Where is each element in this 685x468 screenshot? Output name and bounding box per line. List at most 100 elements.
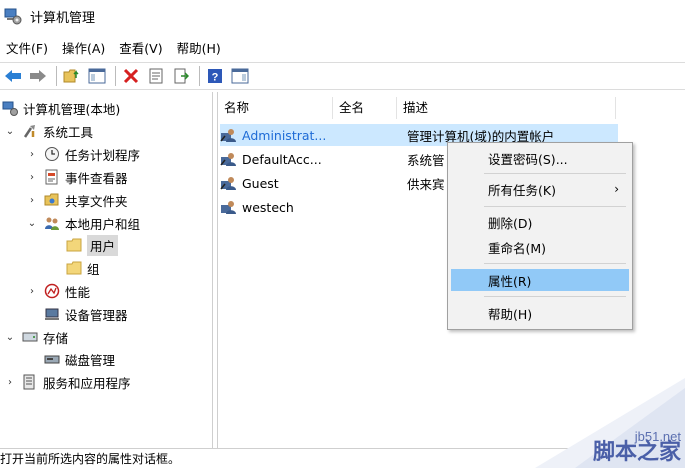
menu-item-help[interactable]: 帮助(H) — [451, 302, 629, 324]
tools-icon — [22, 123, 38, 139]
title-bar: 计算机管理 — [0, 0, 685, 32]
chevron-right-icon[interactable]: › — [4, 377, 16, 388]
menu-item-label: 所有任务(K) — [488, 182, 556, 198]
user-account-icon — [220, 151, 238, 167]
tree-label: 事件查看器 — [65, 170, 128, 186]
chevron-down-icon[interactable]: ⌄ — [26, 218, 38, 229]
menu-separator — [484, 173, 626, 174]
tree-item-groups[interactable]: 组 — [66, 257, 100, 279]
users-group-icon — [44, 215, 60, 231]
performance-icon — [44, 283, 60, 299]
user-account-icon — [220, 199, 238, 215]
user-name: Guest — [242, 175, 279, 191]
tree-label: 服务和应用程序 — [43, 375, 131, 391]
user-name: westech — [242, 199, 294, 215]
tree-item-services-apps[interactable]: › 服务和应用程序 — [4, 371, 131, 393]
tree-label: 本地用户和组 — [65, 216, 141, 232]
chevron-down-icon[interactable]: ⌄ — [4, 332, 16, 343]
menu-file[interactable]: 文件(F) — [6, 38, 48, 57]
menu-separator — [484, 206, 626, 207]
tree-label: 磁盘管理 — [65, 352, 116, 368]
menu-item-all-tasks[interactable]: 所有任务(K) › — [451, 178, 629, 200]
tree-item-users[interactable]: 用户 — [66, 234, 119, 256]
toolbar-separator — [199, 66, 200, 86]
svg-text:?: ? — [212, 72, 219, 84]
toolbar-separator — [115, 66, 116, 86]
user-description: 系统管 — [407, 152, 445, 168]
delete-x-icon[interactable] — [120, 65, 142, 87]
computer-management-icon — [4, 7, 22, 25]
tree-item-storage[interactable]: ⌄ 存储 — [4, 326, 68, 348]
chevron-right-icon[interactable]: › — [26, 195, 38, 206]
user-account-icon — [220, 175, 238, 191]
list-header: 名称 全名 描述 — [218, 97, 616, 119]
clock-icon — [44, 146, 60, 162]
menu-item-properties[interactable]: 属性(R) — [451, 269, 629, 291]
tree-item-local-users-groups[interactable]: ⌄ 本地用户和组 — [26, 212, 140, 234]
tree-item-device-manager[interactable]: 设备管理器 — [44, 303, 128, 325]
status-text: 打开当前所选内容的属性对话框。 — [0, 452, 181, 466]
folder-icon — [66, 237, 82, 253]
tree-item-root[interactable]: 计算机管理(本地) — [2, 97, 120, 119]
tree-item-shared-folders[interactable]: › 共享文件夹 — [26, 189, 128, 211]
tree-item-performance[interactable]: › 性能 — [26, 280, 90, 302]
event-log-icon — [44, 169, 60, 185]
tree-item-disk-management[interactable]: 磁盘管理 — [44, 348, 115, 370]
menu-view[interactable]: 查看(V) — [119, 38, 162, 57]
watermark-name: 脚本之家 — [592, 440, 681, 465]
user-account-icon — [220, 127, 238, 143]
device-manager-icon — [44, 306, 60, 322]
folder-icon — [66, 260, 82, 276]
toolbar: ? — [0, 62, 685, 90]
menu-item-set-password[interactable]: 设置密码(S)... — [451, 147, 629, 169]
storage-icon — [22, 329, 38, 345]
window-title: 计算机管理 — [30, 10, 96, 26]
help-icon[interactable]: ? — [204, 65, 226, 87]
context-menu: 设置密码(S)... 所有任务(K) › 删除(D) 重命名(M) 属性(R) … — [447, 142, 633, 330]
tree-label: 存储 — [43, 330, 69, 346]
column-header-fullname[interactable]: 全名 — [333, 97, 397, 119]
up-folder-icon[interactable] — [61, 65, 83, 87]
tree-label: 共享文件夹 — [65, 193, 128, 209]
tree-label: 设备管理器 — [65, 307, 128, 323]
tree-item-task-scheduler[interactable]: › 任务计划程序 — [26, 143, 140, 165]
menu-separator — [484, 296, 626, 297]
menu-help[interactable]: 帮助(H) — [177, 38, 221, 57]
user-description: 供来宾 — [407, 176, 445, 192]
disk-icon — [44, 351, 60, 367]
menu-item-rename[interactable]: 重命名(M) — [451, 236, 629, 258]
submenu-arrow-icon: › — [614, 182, 619, 196]
export-list-icon[interactable] — [170, 65, 192, 87]
tree-item-event-viewer[interactable]: › 事件查看器 — [26, 166, 128, 188]
watermark: jb51.net 脚本之家 — [535, 378, 685, 468]
menu-bar: 文件(F) 操作(A) 查看(V) 帮助(H) — [0, 36, 235, 58]
tree-label: 用户 — [87, 234, 119, 256]
forward-arrow-icon[interactable] — [27, 65, 49, 87]
chevron-right-icon[interactable]: › — [26, 286, 38, 297]
chevron-right-icon[interactable]: › — [26, 149, 38, 160]
menu-item-delete[interactable]: 删除(D) — [451, 211, 629, 233]
tree-label: 计算机管理(本地) — [23, 101, 121, 117]
console-tree: 计算机管理(本地) ⌄ 系统工具 › 任务计划程序 › 事件查看器 › 共享文件… — [0, 92, 213, 448]
chevron-right-icon[interactable]: › — [26, 172, 38, 183]
back-arrow-icon[interactable] — [2, 65, 24, 87]
services-icon — [22, 374, 38, 390]
user-name: Administrat... — [242, 127, 327, 143]
menu-separator — [484, 263, 626, 264]
tree-label: 系统工具 — [43, 124, 94, 140]
action-pane-icon[interactable] — [229, 65, 251, 87]
tree-label: 性能 — [65, 284, 91, 300]
tree-label: 组 — [87, 261, 100, 277]
menu-action[interactable]: 操作(A) — [62, 38, 105, 57]
column-header-description[interactable]: 描述 — [397, 97, 616, 119]
computer-management-icon — [2, 100, 18, 116]
properties-sheet-icon[interactable] — [145, 65, 167, 87]
chevron-down-icon[interactable]: ⌄ — [4, 126, 16, 137]
show-hide-tree-icon[interactable] — [86, 65, 108, 87]
tree-label: 任务计划程序 — [65, 147, 141, 163]
shared-folder-icon — [44, 192, 60, 208]
column-header-name[interactable]: 名称 — [218, 97, 333, 119]
user-name: DefaultAcc... — [242, 151, 322, 167]
toolbar-separator — [56, 66, 57, 86]
tree-item-system-tools[interactable]: ⌄ 系统工具 — [4, 120, 93, 142]
